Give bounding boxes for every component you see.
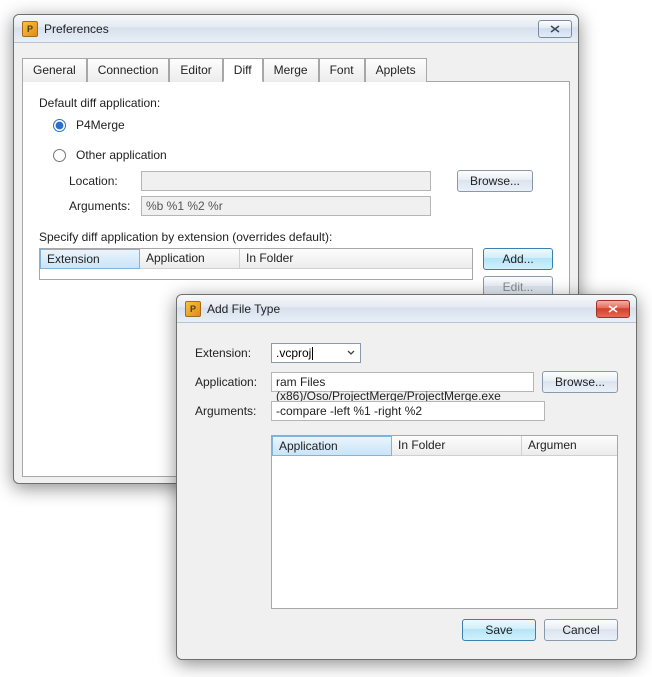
browse-button[interactable]: Browse... <box>457 170 533 192</box>
add-file-type-dialog: P Add File Type Extension: .vcproj Appli… <box>176 294 637 660</box>
window-title: Preferences <box>44 22 532 36</box>
close-icon[interactable] <box>538 20 572 38</box>
radio-p4merge-label: P4Merge <box>76 118 125 132</box>
titlebar[interactable]: P Preferences <box>14 15 578 43</box>
browse-button[interactable]: Browse... <box>542 371 618 393</box>
radio-other-label: Other application <box>76 148 167 162</box>
arguments-label: Arguments: <box>69 199 135 213</box>
client-area: Extension: .vcproj Application: ram File… <box>177 323 636 659</box>
extension-grid[interactable]: Extension Application In Folder <box>39 248 473 280</box>
extension-combo[interactable]: .vcproj <box>271 343 361 363</box>
extension-value: .vcproj <box>276 346 311 360</box>
grid-header-extension[interactable]: Extension <box>40 249 140 269</box>
tabs: General Connection Editor Diff Merge Fon… <box>22 57 570 81</box>
arguments-input[interactable]: %b %1 %2 %r <box>141 196 431 216</box>
tab-editor[interactable]: Editor <box>169 58 222 82</box>
radio-p4merge[interactable] <box>53 119 66 132</box>
tab-diff[interactable]: Diff <box>223 58 263 82</box>
grid-header-infolder[interactable]: In Folder <box>240 249 472 269</box>
location-input[interactable] <box>141 171 431 191</box>
tab-merge[interactable]: Merge <box>263 58 319 82</box>
save-button[interactable]: Save <box>462 619 536 641</box>
location-label: Location: <box>69 174 135 188</box>
text-caret <box>312 347 313 360</box>
list-header-infolder[interactable]: In Folder <box>392 436 522 456</box>
radio-other[interactable] <box>53 149 66 162</box>
titlebar[interactable]: P Add File Type <box>177 295 636 323</box>
override-label: Specify diff application by extension (o… <box>39 230 553 244</box>
grid-header-application[interactable]: Application <box>140 249 240 269</box>
list-header-application[interactable]: Application <box>272 436 392 456</box>
list-header-arguments[interactable]: Argumen <box>522 436 617 456</box>
close-icon[interactable] <box>596 300 630 318</box>
tab-applets[interactable]: Applets <box>365 58 427 82</box>
app-icon: P <box>22 21 38 37</box>
chevron-down-icon[interactable] <box>344 346 358 360</box>
tab-font[interactable]: Font <box>319 58 365 82</box>
cancel-button[interactable]: Cancel <box>544 619 618 641</box>
app-list[interactable]: Application In Folder Argumen <box>271 435 618 609</box>
application-input[interactable]: ram Files (x86)/Oso/ProjectMerge/Project… <box>271 372 534 392</box>
window-title: Add File Type <box>207 302 590 316</box>
tab-connection[interactable]: Connection <box>87 58 170 82</box>
app-icon: P <box>185 301 201 317</box>
arguments-label: Arguments: <box>195 404 263 418</box>
add-button[interactable]: Add... <box>483 248 553 270</box>
default-diff-heading: Default diff application: <box>39 96 553 110</box>
extension-label: Extension: <box>195 346 263 360</box>
arguments-input[interactable]: -compare -left %1 -right %2 <box>271 401 545 421</box>
application-label: Application: <box>195 375 263 389</box>
tab-general[interactable]: General <box>22 58 87 82</box>
